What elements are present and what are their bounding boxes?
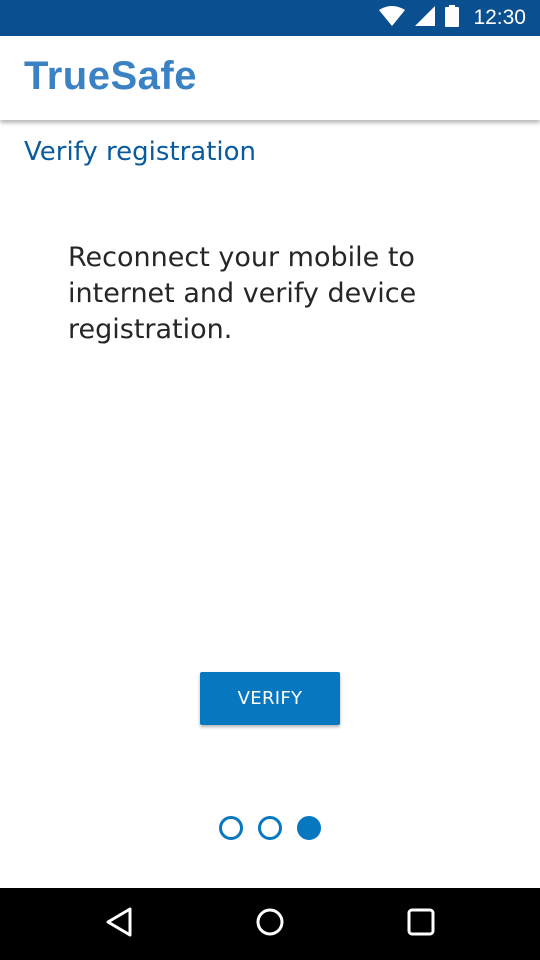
home-button[interactable] xyxy=(230,888,310,960)
verify-button[interactable]: VERIFY xyxy=(200,672,340,725)
recents-icon xyxy=(407,908,435,940)
screen: 12:30 TrueSafe Verify registration Recon… xyxy=(0,0,540,960)
battery-icon xyxy=(445,5,460,31)
wifi-icon xyxy=(379,6,406,30)
status-time: 12:30 xyxy=(473,6,526,29)
signal-icon xyxy=(415,6,436,30)
home-icon xyxy=(255,907,285,941)
page-dot-3-active xyxy=(297,816,321,840)
brand-logo: TrueSafe xyxy=(24,54,197,98)
page-dot-2 xyxy=(258,816,282,840)
app-bar: TrueSafe xyxy=(0,36,540,120)
navigation-bar xyxy=(0,888,540,960)
instruction-text: Reconnect your mobile to internet and ve… xyxy=(68,242,417,345)
page-dot-1 xyxy=(219,816,243,840)
status-bar: 12:30 xyxy=(0,0,540,36)
back-button[interactable] xyxy=(79,888,159,960)
page-title: Verify registration xyxy=(24,137,257,167)
back-icon xyxy=(105,907,133,941)
status-icons: 12:30 xyxy=(379,0,526,36)
recents-button[interactable] xyxy=(381,888,461,960)
page-indicator xyxy=(219,816,321,840)
